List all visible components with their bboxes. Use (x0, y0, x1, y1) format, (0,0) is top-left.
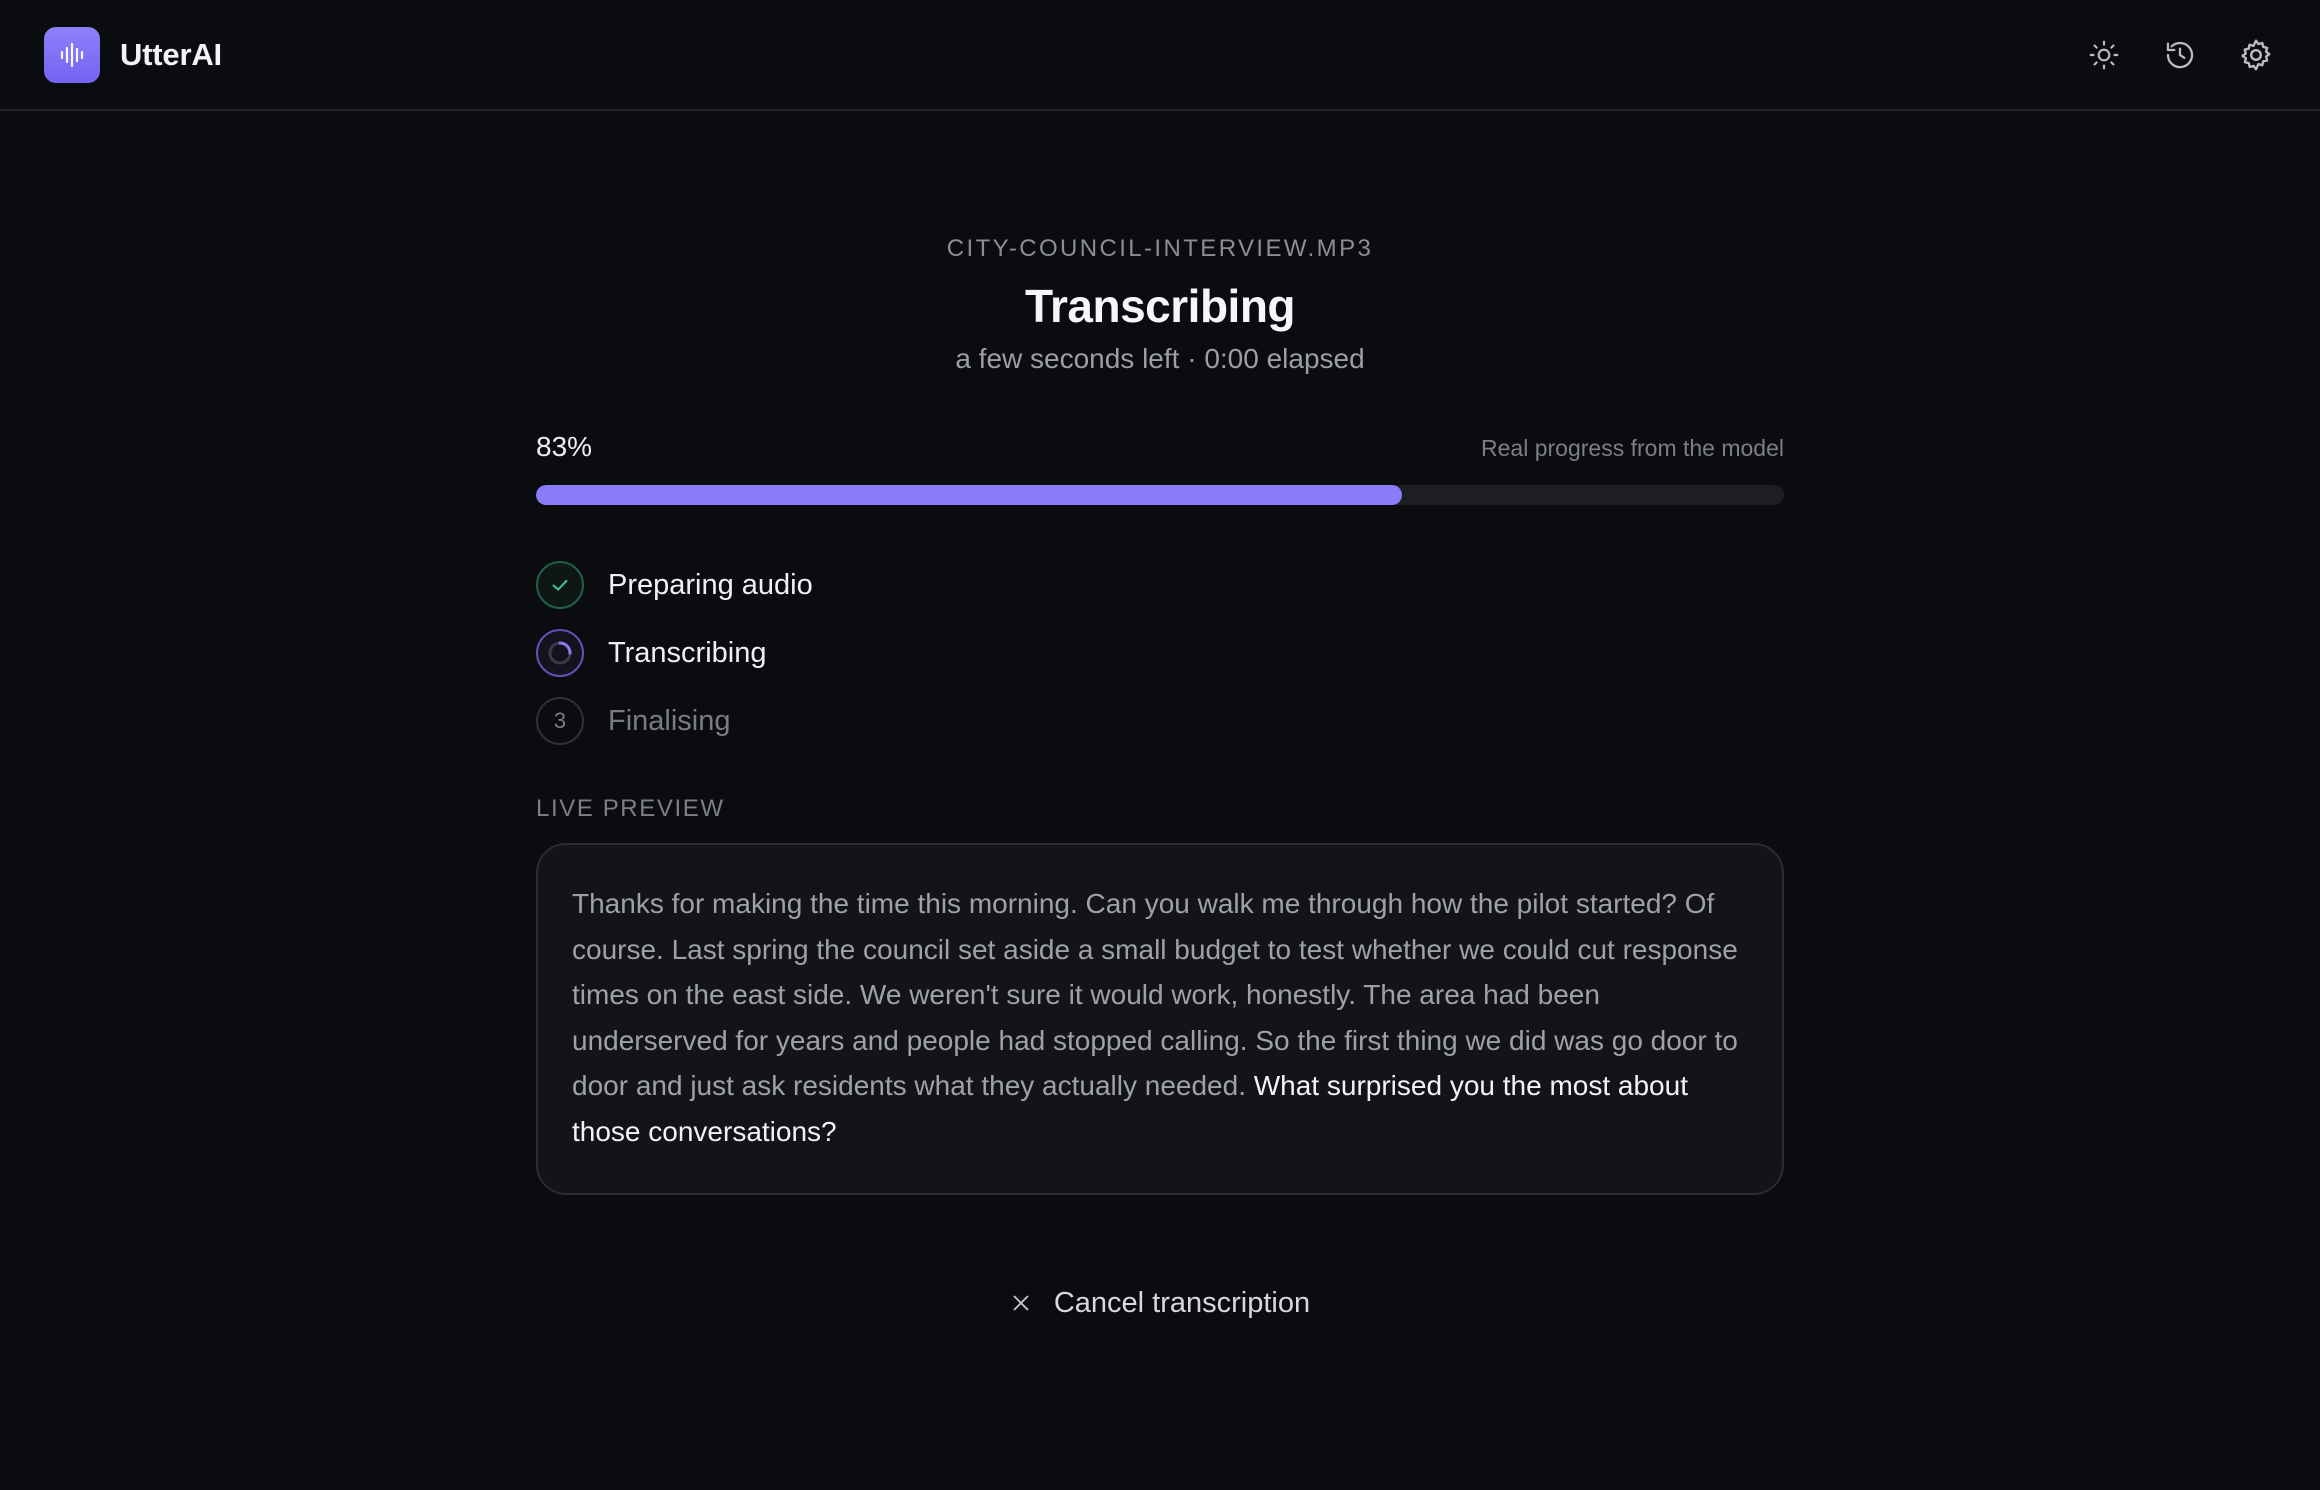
waveform-logo-icon (44, 26, 100, 83)
close-icon (1013, 1295, 1029, 1311)
history-icon (2166, 41, 2194, 68)
header-actions (2086, 37, 2276, 73)
progress-header: 83% Real progress from the model (536, 431, 1784, 463)
step-label: Finalising (608, 704, 731, 737)
page-title: Transcribing (1024, 280, 1296, 332)
step-label: Transcribing (608, 636, 767, 669)
check-icon (552, 579, 568, 591)
app-name: UtterAI (120, 36, 222, 72)
step-transcribing: Transcribing (536, 629, 1784, 677)
history-button[interactable] (2162, 37, 2198, 73)
spinner-icon (548, 641, 572, 665)
step-list: Preparing audio Transcribing 3 Finalisin… (536, 561, 1784, 745)
step-finalising: 3 Finalising (536, 697, 1784, 745)
cancel-label: Cancel transcription (1053, 1286, 1311, 1319)
cancel-transcription-button[interactable]: Cancel transcription (1010, 1287, 1310, 1320)
transcription-panel: CITY-COUNCIL-INTERVIEW.MP3 Transcribing … (536, 111, 1784, 1320)
live-preview-label: LIVE PREVIEW (536, 795, 725, 822)
theme-toggle-button[interactable] (2086, 37, 2122, 73)
app-header: UtterAI (0, 0, 2320, 111)
step-number-marker: 3 (536, 697, 584, 745)
cancel-row: Cancel transcription (536, 1287, 1784, 1320)
settings-button[interactable] (2238, 37, 2274, 73)
status-line: a few seconds left · 0:00 elapsed (955, 343, 1365, 374)
progress-percent: 83% (536, 431, 593, 462)
progress-note: Real progress from the model (1481, 435, 1784, 461)
step-label: Preparing audio (608, 568, 813, 601)
gear-icon (2241, 39, 2271, 70)
file-name: CITY-COUNCIL-INTERVIEW.MP3 (946, 235, 1374, 262)
step-preparing-audio: Preparing audio (536, 561, 1784, 609)
brand[interactable]: UtterAI (44, 26, 222, 83)
live-preview-box: Thanks for making the time this morning.… (536, 843, 1784, 1195)
sun-icon (2089, 40, 2119, 69)
step-done-marker (536, 561, 584, 609)
progress-bar (536, 485, 1784, 505)
step-active-marker (536, 629, 584, 677)
progress-fill (536, 485, 1403, 505)
